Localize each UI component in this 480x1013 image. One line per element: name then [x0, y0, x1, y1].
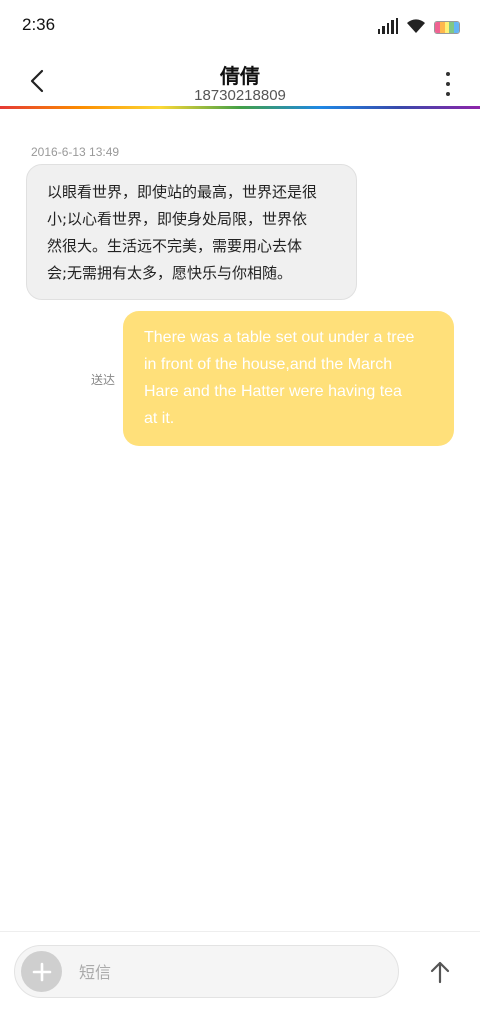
status-bar: 2:36: [0, 0, 480, 52]
message-timestamp: 2016-6-13 13:49: [31, 145, 120, 159]
composer-bar: [0, 931, 480, 1013]
status-icons: [377, 16, 460, 34]
incoming-message-line: 会;无需拥有太多，愿快乐与你相随。: [47, 264, 293, 282]
plus-icon: [32, 962, 52, 982]
composer-field-container: [14, 945, 399, 998]
outgoing-message-bubble[interactable]: There was a table set out under a tree i…: [123, 311, 454, 446]
outgoing-message-line: at it.: [144, 410, 175, 427]
outgoing-message-line: in front of the house,and the March: [144, 356, 393, 373]
contact-number: 18730218809: [194, 87, 286, 104]
incoming-message-line: 以眼看世界，即使站的最高，世界还是很: [47, 183, 318, 201]
incoming-message-line: 小;以心看世界，即使身处局限，世界依: [47, 210, 308, 228]
more-vertical-icon-dot: [446, 82, 450, 86]
outgoing-message-line: Hare and the Hatter were having tea: [144, 383, 402, 400]
outgoing-message-line: There was a table set out under a tree: [144, 329, 415, 346]
battery-icon: [434, 21, 460, 34]
messaging-screen: 2:36 倩倩 18730218809 2016-6-13 13:49 以眼看世…: [0, 0, 480, 1013]
more-vertical-icon-dot: [446, 92, 450, 96]
wifi-icon: [406, 18, 426, 34]
incoming-message-bubble[interactable]: 以眼看世界，即使站的最高，世界还是很 小;以心看世界，即使身处局限，世界依 然很…: [26, 164, 357, 300]
more-vertical-icon-dot: [446, 72, 450, 76]
incoming-message-line: 然很大。生活远不完美，需要用心去体: [47, 237, 303, 255]
add-attachment-button[interactable]: [21, 951, 62, 992]
arrow-up-icon: [429, 960, 451, 984]
signal-icon: [377, 18, 398, 34]
contact-name: 倩倩: [220, 64, 260, 88]
more-options-button[interactable]: [440, 72, 456, 96]
battery-segment: [454, 22, 459, 33]
message-input[interactable]: [79, 956, 379, 988]
delivery-status: 送达: [91, 373, 116, 387]
header-rainbow-divider: [0, 106, 480, 109]
status-time: 2:36: [22, 15, 56, 34]
send-button[interactable]: [424, 956, 456, 988]
conversation-header: 倩倩 18730218809: [0, 52, 480, 106]
